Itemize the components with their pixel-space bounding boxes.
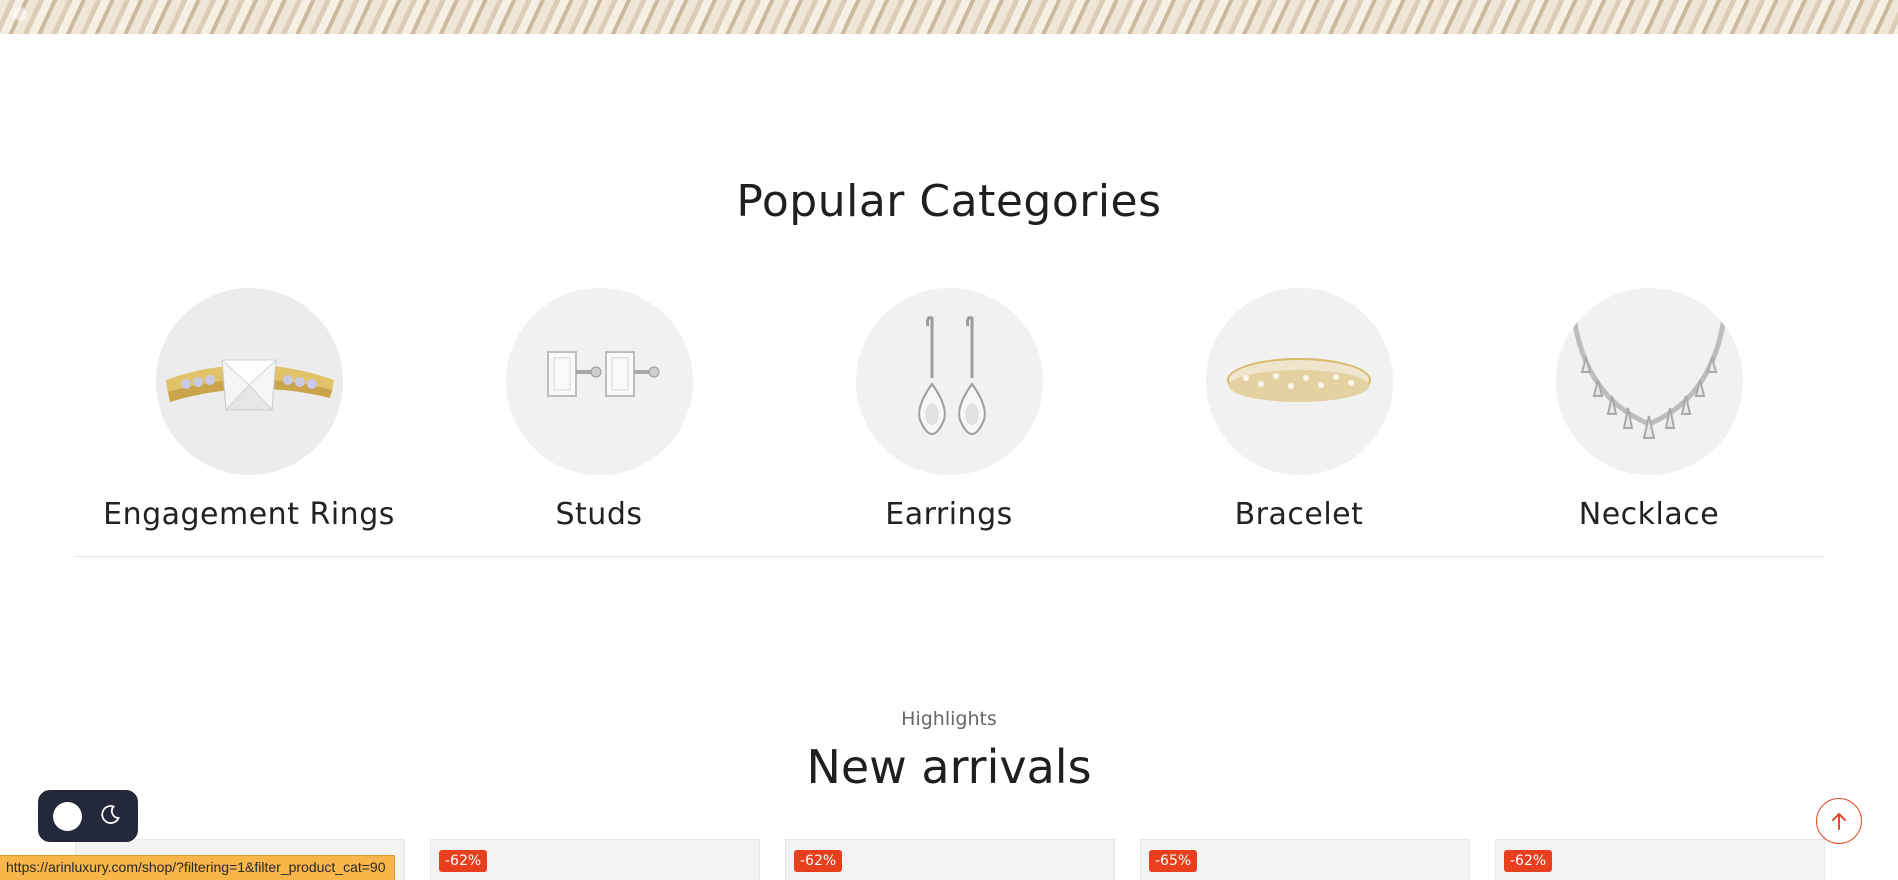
studs-image[interactable] [505, 288, 693, 475]
product-card[interactable]: -62% [1495, 839, 1825, 880]
section-divider [75, 556, 1824, 557]
toggle-knob [53, 802, 82, 831]
category-studs[interactable]: Studs [449, 288, 749, 532]
category-label[interactable]: Earrings [799, 497, 1099, 532]
category-necklace[interactable]: Necklace [1499, 288, 1799, 532]
engagement-ring-image[interactable] [155, 288, 343, 475]
popular-categories-title: Popular Categories [736, 176, 1162, 227]
discount-badge: -62% [439, 850, 488, 872]
moon-icon [98, 803, 122, 831]
category-label[interactable]: Studs [449, 497, 749, 532]
earrings-image[interactable] [855, 288, 1043, 475]
category-engagement-rings[interactable]: Engagement Rings [99, 288, 399, 532]
hero-banner-strip [0, 0, 1898, 34]
necklace-image[interactable] [1555, 288, 1743, 475]
product-card[interactable]: -65% [1140, 839, 1470, 880]
back-to-top-button[interactable] [1816, 798, 1862, 844]
category-bracelet[interactable]: Bracelet [1149, 288, 1449, 532]
category-label[interactable]: Engagement Rings [99, 497, 399, 532]
highlights-eyebrow: Highlights [901, 708, 997, 730]
bracelet-image[interactable] [1205, 288, 1393, 475]
theme-toggle[interactable] [38, 790, 138, 842]
discount-badge: -65% [1149, 850, 1198, 872]
product-card[interactable]: -62% [430, 839, 760, 880]
arrow-up-icon [1832, 813, 1846, 830]
new-arrivals-title: New arrivals [806, 740, 1092, 794]
discount-badge: -62% [794, 850, 843, 872]
status-bar-url: https://arinluxury.com/shop/?filtering=1… [0, 855, 395, 880]
category-label[interactable]: Necklace [1499, 497, 1799, 532]
product-card[interactable]: -62% [785, 839, 1115, 880]
discount-badge: -62% [1504, 850, 1553, 872]
category-label[interactable]: Bracelet [1149, 497, 1449, 532]
category-earrings[interactable]: Earrings [799, 288, 1099, 532]
